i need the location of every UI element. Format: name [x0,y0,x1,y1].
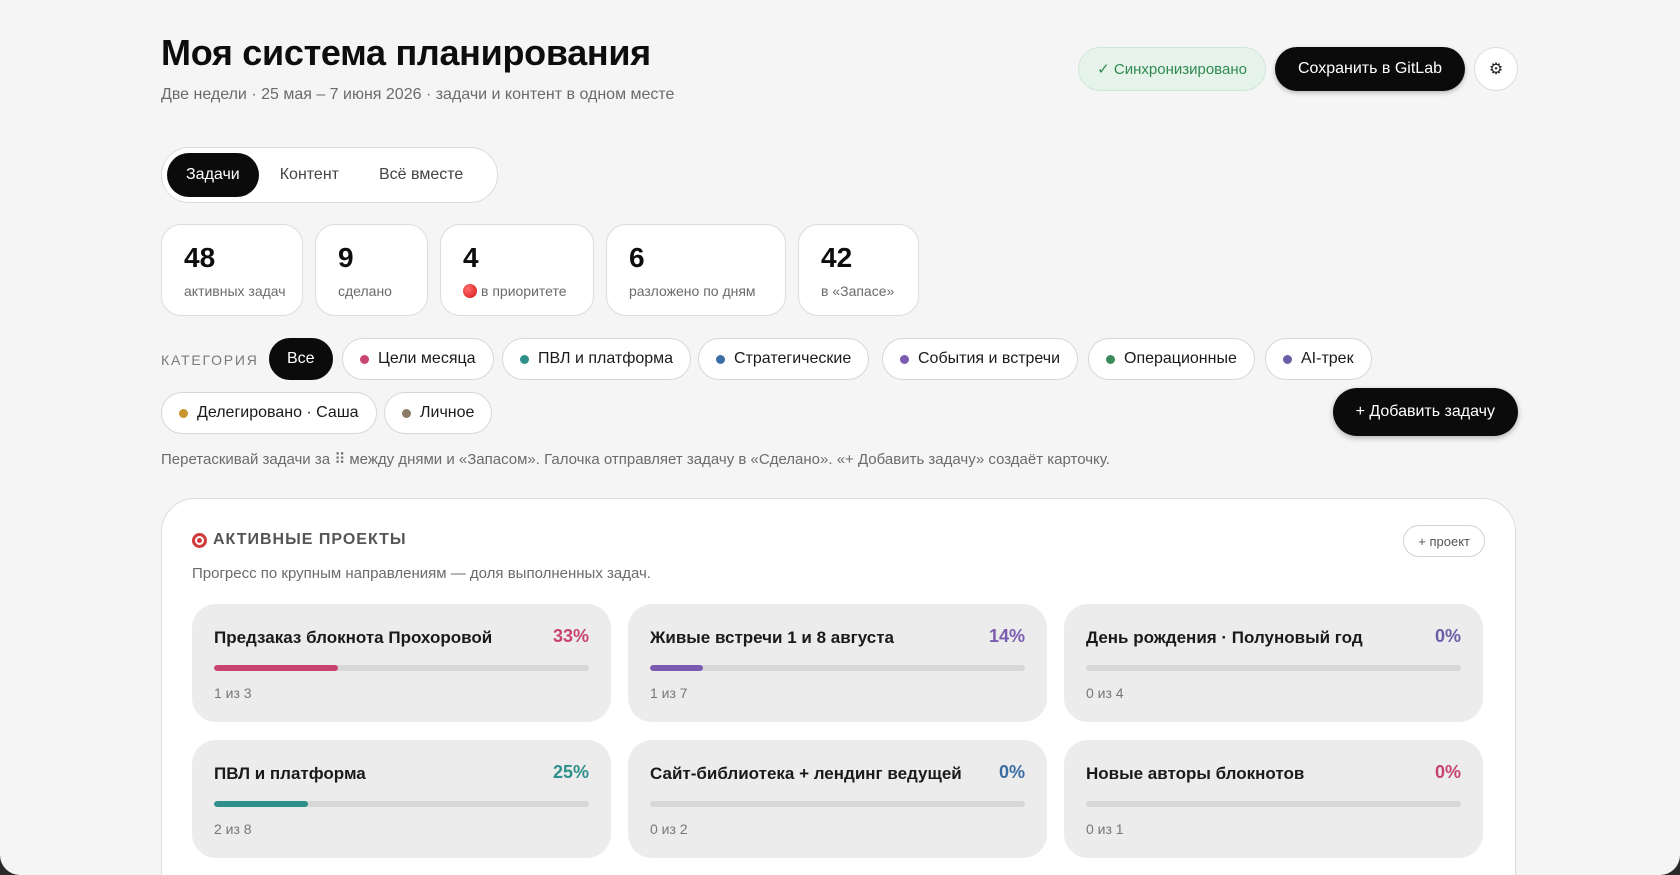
stat-priority: 4 в приоритете [440,224,594,316]
project-title: Живые встречи 1 и 8 августа [650,628,895,647]
stat-label: в приоритете [481,283,567,299]
drag-hint-text: Перетаскивай задачи за ⠿ между днями и «… [161,451,1110,468]
stat-label: разложено по дням [629,283,756,299]
project-percent: 0% [1434,626,1461,646]
project-percent: 14% [988,626,1025,646]
project-percent: 0% [998,762,1025,782]
stat-value: 42 [821,242,853,273]
add-task-button[interactable]: + Добавить задачу [1332,388,1518,436]
tab-tasks[interactable]: Задачи [167,153,259,197]
project-title: Предзаказ блокнота Прохоровой [214,628,493,647]
stat-label: сделано [338,283,392,299]
project-percent: 0% [1434,762,1461,782]
project-card[interactable]: ПВЛ и платформа 25% 2 из 8 [192,740,611,858]
stat-scheduled: 6 разложено по дням [606,224,786,316]
window-corner [1660,855,1680,875]
progress-bar [214,801,589,807]
projects-title: АКТИВНЫЕ ПРОЕКТЫ [213,531,407,548]
project-count: 2 из 8 [214,821,252,837]
page-title: Моя система планирования [161,32,651,73]
page-subtitle: Две недели · 25 мая – 7 июня 2026 · зада… [161,86,675,103]
add-project-button[interactable]: + проект [1403,525,1485,557]
target-icon [192,532,207,548]
gear-icon: ⚙ [1488,61,1504,78]
category-dot-icon [179,408,188,418]
projects-description: Прогресс по крупным направлениям — доля … [192,565,651,582]
stat-value: 9 [338,242,354,273]
red-circle-icon [463,284,477,298]
tab-all-together[interactable]: Всё вместе [360,153,482,197]
project-title: Новые авторы блокнотов [1086,764,1305,783]
chip-label: Стратегические [734,350,852,367]
project-count: 1 из 7 [650,685,688,701]
stat-value: 48 [184,242,216,273]
chip-label: Цели месяца [378,350,476,367]
chip-label: Все [287,350,315,367]
progress-bar [650,665,1025,671]
progress-fill [650,665,703,671]
category-dot-icon [1283,354,1292,364]
project-title: День рождения · Полуновый год [1086,628,1363,647]
category-dot-icon [1106,354,1115,364]
category-dot-icon [716,354,725,364]
project-count: 0 из 4 [1086,685,1124,701]
progress-fill [214,801,308,807]
category-chip-pvl-platform[interactable]: ПВЛ и платформа [502,338,692,380]
save-to-gitlab-button[interactable]: Сохранить в GitLab [1274,47,1465,91]
project-count: 0 из 2 [650,821,688,837]
header-actions: ✓ Синхронизировано Сохранить в GitLab ⚙ [1078,47,1518,91]
project-card[interactable]: Предзаказ блокнота Прохоровой 33% 1 из 3 [192,604,611,722]
sync-status-badge: ✓ Синхронизировано [1078,47,1266,91]
chip-label: AI-трек [1301,350,1354,367]
category-chip-delegated[interactable]: Делегировано · Саша [161,392,377,434]
stat-value: 6 [629,242,645,273]
category-chip-events[interactable]: События и встречи [882,338,1079,380]
project-count: 1 из 3 [214,685,252,701]
view-tabs: Задачи Контент Всё вместе [161,147,498,203]
category-label: КАТЕГОРИЯ [161,352,259,368]
progress-bar [1086,801,1461,807]
chip-label: ПВЛ и платформа [538,350,674,367]
stat-active-tasks: 48 активных задач [161,224,303,316]
category-chip-strategic[interactable]: Стратегические [698,338,870,380]
category-chip-month-goals[interactable]: Цели месяца [342,338,494,380]
category-dot-icon [520,354,529,364]
active-projects-panel: АКТИВНЫЕ ПРОЕКТЫ + проект Прогресс по кр… [161,498,1516,875]
progress-bar [650,801,1025,807]
progress-bar [1086,665,1461,671]
project-percent: 25% [552,762,589,782]
category-chip-all[interactable]: Все [269,338,333,380]
stat-value: 4 [463,242,479,273]
category-dot-icon [900,354,909,364]
project-title: Сайт-библиотека + лендинг ведущей [650,764,962,783]
projects-heading: АКТИВНЫЕ ПРОЕКТЫ [192,531,407,549]
stats-row: 48 активных задач 9 сделано 4 в приорите… [161,224,919,316]
progress-bar [214,665,589,671]
progress-fill [214,665,338,671]
tab-content[interactable]: Контент [261,153,358,197]
project-percent: 33% [552,626,589,646]
chip-label: Делегировано · Саша [197,404,359,421]
stat-label: в «Запасе» [821,283,895,299]
chip-label: События и встречи [918,350,1061,367]
project-count: 0 из 1 [1086,821,1124,837]
project-card[interactable]: Новые авторы блокнотов 0% 0 из 1 [1064,740,1483,858]
chip-label: Операционные [1124,350,1237,367]
planner-page: Моя система планирования Две недели · 25… [161,0,1518,875]
category-dot-icon [402,408,411,418]
project-card[interactable]: Сайт-библиотека + лендинг ведущей 0% 0 и… [628,740,1047,858]
stat-backlog: 42 в «Запасе» [798,224,919,316]
category-chip-ai-track[interactable]: AI-трек [1265,338,1372,380]
project-title: ПВЛ и платформа [214,764,366,783]
category-chip-personal[interactable]: Личное [384,392,493,434]
stat-label: активных задач [184,283,286,299]
project-card[interactable]: День рождения · Полуновый год 0% 0 из 4 [1064,604,1483,722]
category-chip-operational[interactable]: Операционные [1088,338,1255,380]
project-card[interactable]: Живые встречи 1 и 8 августа 14% 1 из 7 [628,604,1047,722]
settings-button[interactable]: ⚙ [1474,47,1518,91]
chip-label: Личное [420,404,475,421]
stat-done: 9 сделано [315,224,428,316]
window-corner [0,855,20,875]
category-dot-icon [360,354,369,364]
